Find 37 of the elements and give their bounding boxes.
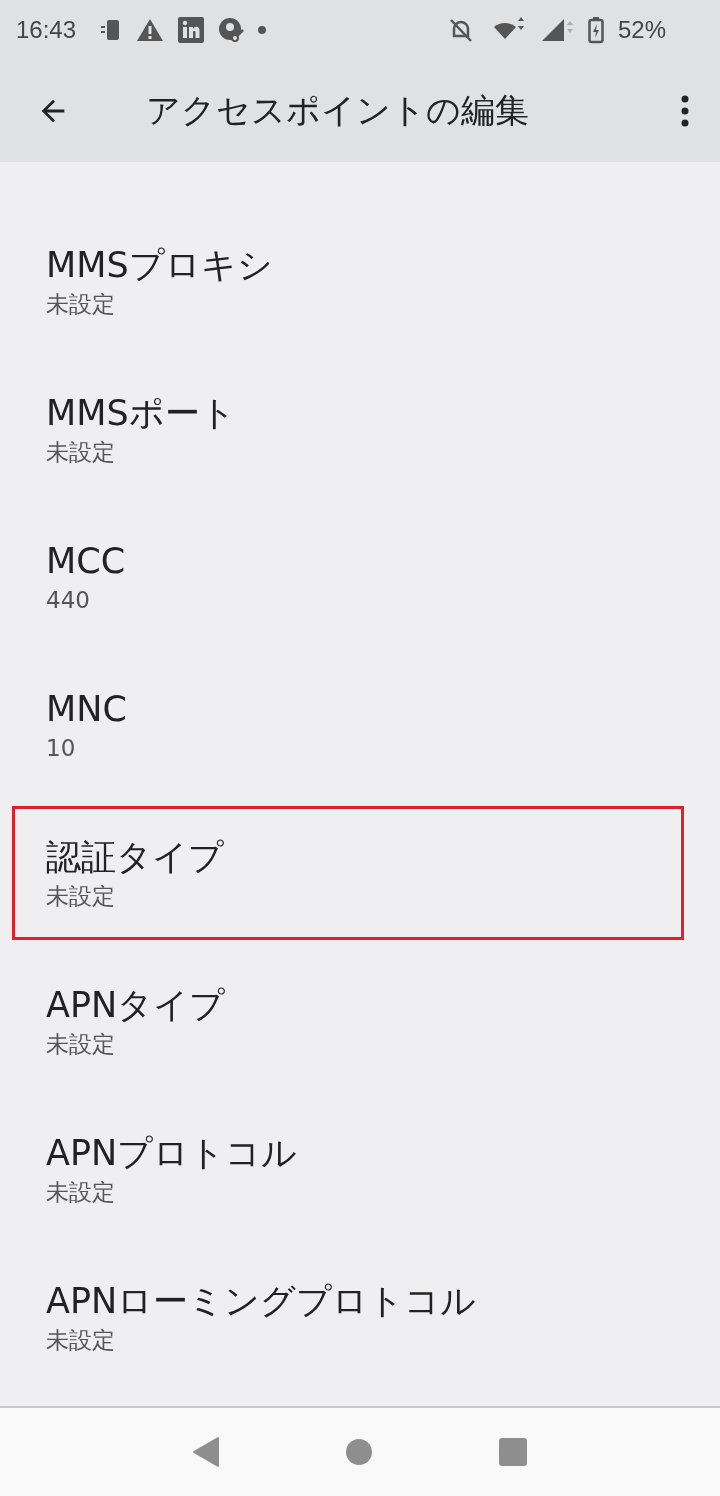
preference-summary: 440 <box>46 586 91 615</box>
screen-title: アクセスポイントの編集 <box>146 89 530 132</box>
preference-summary: 未設定 <box>46 290 116 319</box>
preference-title: MNC <box>46 688 128 731</box>
preference-summary: 未設定 <box>46 1178 116 1207</box>
preference-summary: 未設定 <box>46 438 116 467</box>
warning-icon <box>136 17 165 43</box>
recents-icon[interactable] <box>497 1437 528 1467</box>
preference-item[interactable]: MMSプロキシ 未設定 <box>0 206 720 354</box>
back-icon[interactable] <box>192 1436 221 1468</box>
preference-title: APNプロトコル <box>46 1132 299 1175</box>
preference-item[interactable]: APNローミングプロトコル 未設定 <box>0 1242 720 1390</box>
more-options-icon[interactable] <box>680 94 690 128</box>
preference-item[interactable]: 認証タイプ 未設定 <box>0 798 720 946</box>
battery-icon <box>587 16 604 44</box>
preference-item[interactable]: MNC 10 <box>0 650 720 798</box>
bell-off-icon <box>447 17 474 43</box>
preference-title: APNローミングプロトコル <box>46 1280 478 1323</box>
battery-percent: 52% <box>617 16 666 44</box>
preference-summary: 未設定 <box>46 882 116 911</box>
home-icon[interactable] <box>345 1438 373 1466</box>
preference-item[interactable]: MMSポート 未設定 <box>0 354 720 502</box>
preference-summary: 未設定 <box>46 1030 116 1059</box>
preference-title: MMSプロキシ <box>46 244 274 287</box>
preference-title: APNタイプ <box>46 984 227 1027</box>
preference-item[interactable]: MCC 440 <box>0 502 720 650</box>
preference-summary: 10 <box>46 734 77 763</box>
preference-title: 認証タイプ <box>46 836 225 879</box>
preference-item[interactable]: APNタイプ 未設定 <box>0 946 720 1094</box>
preference-summary: 未設定 <box>46 1326 116 1355</box>
preference-title: MMSポート <box>46 392 237 435</box>
linkedin-icon <box>178 17 205 43</box>
preference-title: MCC <box>46 540 127 583</box>
notification-dot <box>258 26 267 34</box>
account-key-icon <box>218 17 245 43</box>
preference-item[interactable]: APNプロトコル 未設定 <box>0 1094 720 1242</box>
status-time: 16:43 <box>16 16 77 44</box>
